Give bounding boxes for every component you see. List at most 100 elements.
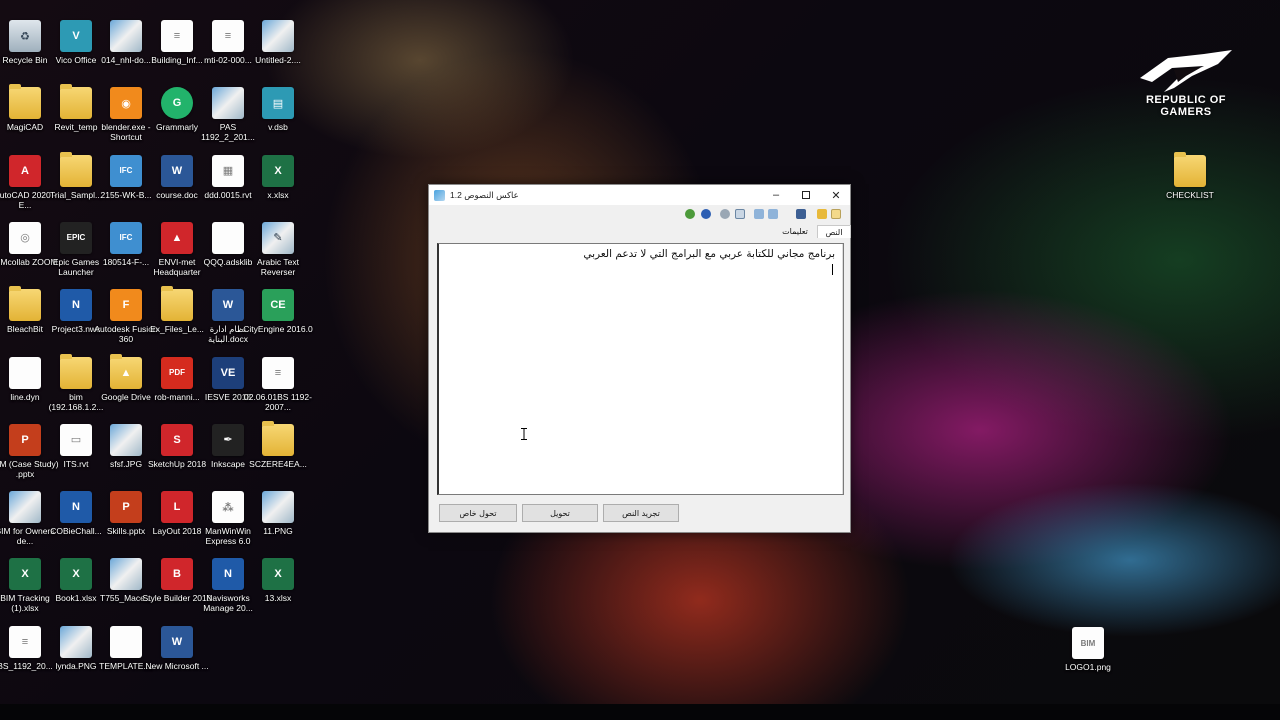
toolbar <box>429 206 850 222</box>
document-icon <box>212 87 244 120</box>
image-file-icon <box>60 625 92 658</box>
desktop-icon[interactable]: Untitled-2.... <box>243 20 313 84</box>
maximize-icon <box>802 191 810 199</box>
folder-icon <box>60 84 92 120</box>
window-icon[interactable] <box>735 209 745 219</box>
window-titlebar[interactable]: عاكس النصوص 1.2 – ✕ <box>429 185 850 205</box>
recycle-bin-icon: ♻ <box>9 20 41 52</box>
iesve-icon: VE <box>212 356 244 389</box>
vico-office-icon: V <box>60 20 92 52</box>
desktop-icon[interactable]: ✎ Arabic Text Reverser <box>243 221 313 286</box>
powerpoint-file-icon: P <box>110 491 142 524</box>
text-editor[interactable]: برنامج مجاني للكتابة عربي مع البرامج الت… <box>437 243 844 495</box>
grammarly-icon: G <box>161 87 193 120</box>
desktop-icon[interactable]: SCZERE4EA... <box>243 420 313 488</box>
minimize-button[interactable]: – <box>761 185 791 205</box>
folder-icon <box>60 353 92 389</box>
nwc-file-icon: N <box>60 491 92 524</box>
ibeam-cursor-icon <box>521 428 527 440</box>
tab-text[interactable]: النص <box>817 225 851 238</box>
document-icon: ≡ <box>212 20 244 52</box>
word-file-icon: W <box>161 625 193 658</box>
folder-icon <box>1174 152 1206 187</box>
minimize-icon: – <box>772 189 780 201</box>
autocad-icon: A <box>9 154 41 187</box>
desktop-icon[interactable]: W New Microsoft ... <box>142 625 212 690</box>
desktop-icon[interactable]: 11.PNG <box>243 491 313 555</box>
pdf-file-icon: ≡ <box>262 356 294 389</box>
desktop-icon[interactable]: ▤ v.dsb <box>243 87 313 151</box>
layout-icon: L <box>161 491 193 524</box>
powerpoint-file-icon: P <box>9 423 41 456</box>
image-file-icon <box>262 491 294 524</box>
nwc-file-icon: N <box>60 289 92 322</box>
navisworks-icon: N <box>212 558 244 591</box>
image-file-icon <box>9 491 41 524</box>
desktop-icon-label: CHECKLIST <box>1166 190 1214 200</box>
open-folder-icon[interactable] <box>817 209 827 219</box>
desktop-icon-label: 02.06.01BS 1192-2007... <box>244 391 312 412</box>
desktop-icon[interactable]: ≡ 02.06.01BS 1192-2007... <box>243 356 313 421</box>
taskbar-edge <box>0 704 1280 720</box>
maximize-button[interactable] <box>791 185 821 205</box>
pdf-file-icon: PDF <box>161 356 193 389</box>
window-title: عاكس النصوص 1.2 <box>450 189 519 200</box>
image-file-icon <box>262 20 294 52</box>
new-file-icon[interactable] <box>831 209 841 219</box>
ifc-file-icon: IFC <box>110 154 142 187</box>
editor-scrollbar[interactable] <box>842 244 843 494</box>
word-file-icon: W <box>161 154 193 187</box>
revit-file-icon: ▭ <box>60 423 92 456</box>
desktop-icon-label: Arabic Text Reverser <box>257 256 299 277</box>
info-icon[interactable] <box>701 209 711 219</box>
desktop-icon-label: x.xlsx <box>267 189 289 200</box>
desktop-icon-label: 11.PNG <box>263 526 293 537</box>
special-convert-button[interactable]: تحول خاص <box>439 504 517 522</box>
desktop-icon[interactable]: X 13.xlsx <box>243 558 313 622</box>
convert-button[interactable]: تحويل <box>522 504 598 522</box>
image-file-icon <box>110 558 142 591</box>
desktop-icon-label: CityEngine 2016.0 <box>243 324 313 335</box>
arabic-reverser-icon: ✎ <box>262 221 294 254</box>
fusion-360-icon: F <box>110 289 142 322</box>
desktop-icon-label: LOGO1.png <box>1065 662 1111 672</box>
close-icon: ✕ <box>831 189 841 202</box>
globe-icon[interactable] <box>685 209 695 219</box>
desktop-icon-label: Untitled-2.... <box>255 55 301 65</box>
excel-file-icon: X <box>262 154 294 187</box>
close-button[interactable]: ✕ <box>821 185 851 205</box>
sketchup-icon: S <box>161 423 193 456</box>
image-file-icon <box>110 423 142 456</box>
strip-text-button[interactable]: تجريد النص <box>603 504 679 522</box>
rog-brand-line1: REPUBLIC OF <box>1145 94 1227 106</box>
bleachbit-icon <box>9 286 41 322</box>
bimcollab-icon: ◎ <box>9 221 41 254</box>
desktop-icon-label: SCZERE4EA... <box>249 458 307 469</box>
desktop-icon[interactable]: Xx.xlsx <box>243 154 313 219</box>
document-icon <box>9 356 41 389</box>
folder-icon <box>60 151 92 187</box>
inkscape-icon: ✒ <box>212 423 244 456</box>
cityengine-icon: CE <box>262 289 294 322</box>
rog-eye-icon <box>1140 50 1232 92</box>
desktop-icon[interactable]: BIM LOGO1.png <box>1053 627 1123 691</box>
desktop-icon[interactable]: CE CityEngine 2016.0 <box>243 289 313 353</box>
tab-instructions[interactable]: تعليمات <box>775 225 815 238</box>
document-icon <box>110 625 142 658</box>
text-reverser-window[interactable]: عاكس النصوص 1.2 – ✕ تعليمات النص برنامج … <box>428 184 851 533</box>
undo-icon[interactable] <box>754 209 764 219</box>
settings-icon[interactable] <box>720 209 730 219</box>
zip-folder-icon <box>161 286 193 322</box>
dsb-file-icon: ▤ <box>262 87 294 120</box>
desktop-icon[interactable]: CHECKLIST <box>1155 152 1225 219</box>
desktop-background: ♻ Recycle Bin V Vico Office 014_nhl-do... ≡ Bu… <box>0 0 1280 704</box>
pdf-file-icon: ≡ <box>9 625 41 658</box>
save-icon[interactable] <box>796 209 806 219</box>
desktop-icon-label: v.dsb <box>268 122 288 133</box>
app-icon <box>434 189 445 201</box>
redo-icon[interactable] <box>768 209 778 219</box>
envi-met-icon: ▲ <box>161 221 193 254</box>
style-builder-icon: B <box>161 558 193 591</box>
folder-icon <box>9 84 41 120</box>
editor-text: برنامج مجاني للكتابة عربي مع البرامج الت… <box>583 248 835 260</box>
